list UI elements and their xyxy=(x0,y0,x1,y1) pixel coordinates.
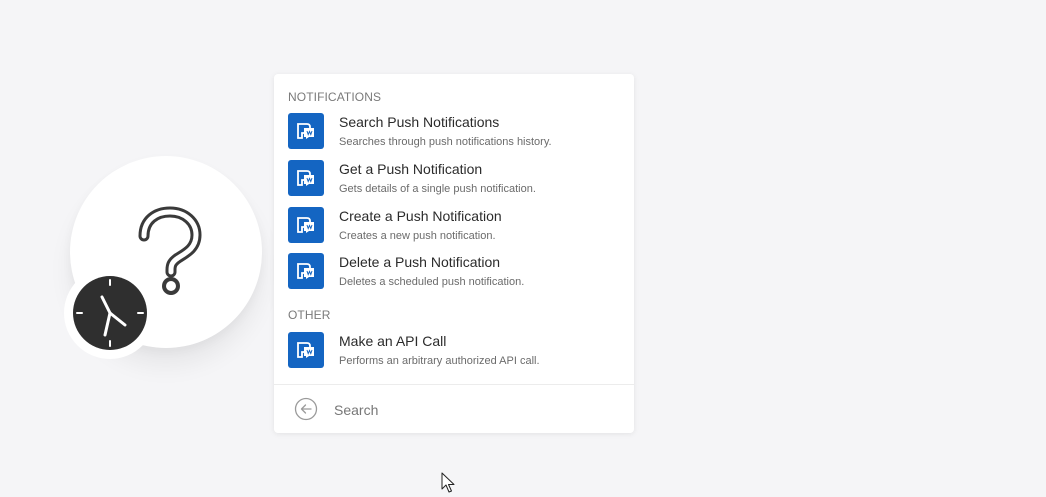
mouse-cursor-icon xyxy=(441,472,455,493)
action-description: Deletes a scheduled push notification. xyxy=(339,276,525,288)
action-title: Make an API Call xyxy=(339,333,447,349)
module-action-picker: NOTIFICATIONS Search Push Notifications … xyxy=(274,74,634,433)
action-search-push-notifications[interactable]: Search Push Notifications Searches throu… xyxy=(288,113,622,153)
search-row xyxy=(274,384,634,434)
action-description: Performs an arbitrary authorized API cal… xyxy=(339,355,540,367)
search-input[interactable] xyxy=(334,399,614,421)
pushwoosh-app-icon xyxy=(288,160,324,196)
section-header-other: OTHER xyxy=(288,308,331,322)
action-description: Gets details of a single push notificati… xyxy=(339,183,536,195)
clock-icon xyxy=(73,276,147,350)
action-title: Search Push Notifications xyxy=(339,114,500,130)
action-title: Create a Push Notification xyxy=(339,208,502,224)
pushwoosh-app-icon xyxy=(288,113,324,149)
action-get-push-notification[interactable]: Get a Push Notification Gets details of … xyxy=(288,160,622,200)
action-delete-push-notification[interactable]: Delete a Push Notification Deletes a sch… xyxy=(288,253,622,293)
action-title: Get a Push Notification xyxy=(339,161,483,177)
action-make-api-call[interactable]: Make an API Call Performs an arbitrary a… xyxy=(288,332,622,372)
back-arrow-icon[interactable] xyxy=(294,397,318,421)
action-title: Delete a Push Notification xyxy=(339,254,501,270)
pushwoosh-app-icon xyxy=(288,207,324,243)
pushwoosh-app-icon xyxy=(288,332,324,368)
action-description: Searches through push notifications hist… xyxy=(339,136,552,148)
action-create-push-notification[interactable]: Create a Push Notification Creates a new… xyxy=(288,207,622,247)
pushwoosh-app-icon xyxy=(288,253,324,289)
action-description: Creates a new push notification. xyxy=(339,230,496,242)
section-header-notifications: NOTIFICATIONS xyxy=(288,90,382,104)
